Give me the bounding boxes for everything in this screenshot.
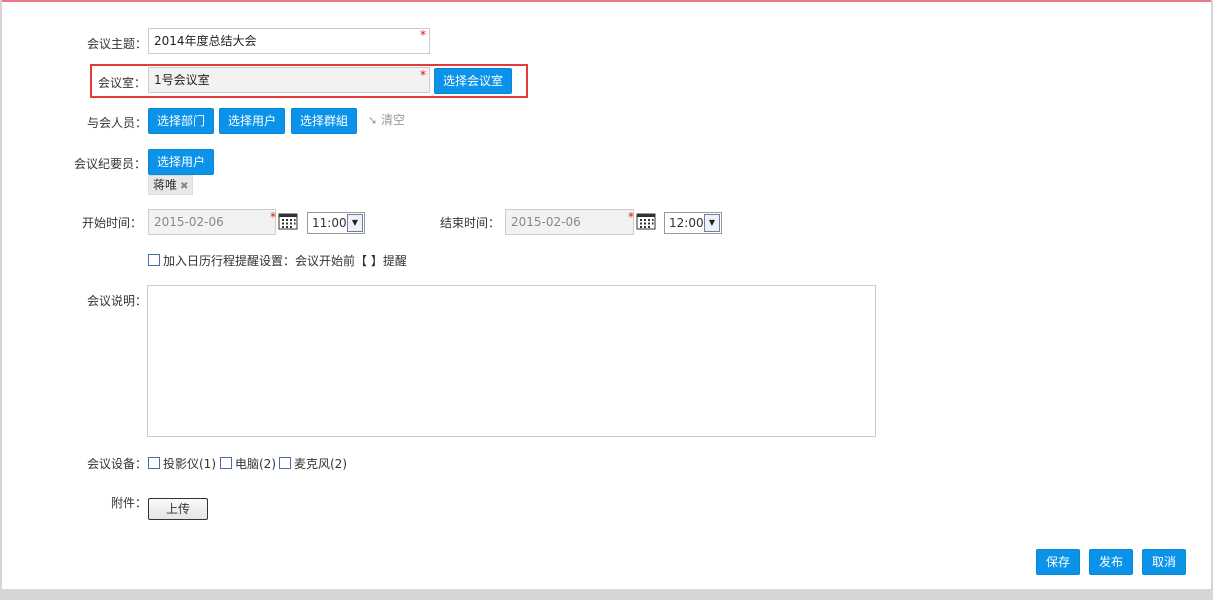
recorder-label: 会议纪要员：	[74, 157, 147, 171]
calendar-reminder-checkbox[interactable]	[148, 254, 160, 266]
end-time-select[interactable]: 12:00 ▼	[664, 212, 722, 234]
attachment-label: 附件：	[111, 496, 148, 510]
room-required-mark: *	[420, 68, 426, 82]
equipment-name-computer: 电脑(2)	[235, 457, 276, 471]
end-required-mark: *	[628, 210, 634, 224]
start-time-select[interactable]: 11:00 ▼	[307, 212, 365, 234]
chevron-down-icon: ▼	[347, 214, 363, 232]
publish-button[interactable]: 发布	[1089, 549, 1133, 575]
equipment-checkbox-computer[interactable]	[220, 457, 232, 469]
select-room-button[interactable]: 选择会议室	[434, 68, 512, 94]
arrow-turn-icon: ➘	[368, 114, 378, 127]
calendar-icon[interactable]	[278, 212, 298, 230]
topic-input[interactable]: 2014年度总结大会	[148, 28, 430, 54]
select-department-button[interactable]: 选择部门	[148, 108, 214, 134]
meeting-form-page: 会议主题： 2014年度总结大会 * 会议室： 1号会议室 * 选择会议室 与会…	[2, 0, 1211, 589]
description-textarea[interactable]	[147, 285, 876, 437]
equipment-checkbox-projector[interactable]	[148, 457, 160, 469]
topic-label: 会议主题：	[87, 37, 148, 51]
select-recorder-button[interactable]: 选择用户	[148, 149, 214, 175]
equipment-name-projector: 投影仪(1)	[163, 457, 216, 471]
end-time-value: 12:00	[669, 216, 704, 230]
room-label: 会议室：	[98, 76, 147, 90]
equipment-label: 会议设备：	[87, 457, 148, 471]
remove-tag-icon[interactable]: ✖	[180, 181, 188, 192]
description-label: 会议说明：	[87, 294, 148, 308]
start-time-label: 开始时间：	[82, 216, 143, 230]
cancel-button[interactable]: 取消	[1142, 549, 1186, 575]
recorder-tag: 蒋唯 ✖	[148, 175, 194, 195]
topic-required-mark: *	[420, 28, 426, 42]
upload-button[interactable]: 上传	[148, 498, 208, 520]
end-time-label: 结束时间：	[440, 216, 501, 230]
select-group-button[interactable]: 选择群組	[291, 108, 357, 134]
save-button[interactable]: 保存	[1036, 549, 1080, 575]
calendar-icon[interactable]	[636, 212, 656, 230]
chevron-down-icon: ▼	[704, 214, 720, 232]
start-date-input[interactable]: 2015-02-06	[148, 209, 276, 235]
calendar-reminder-label: 加入日历行程提醒设置：会议开始前【 】提醒	[163, 254, 407, 268]
clear-attendees-link[interactable]: ➘ 清空	[368, 111, 405, 128]
attendees-label: 与会人员：	[87, 116, 148, 130]
end-date-input[interactable]: 2015-02-06	[505, 209, 634, 235]
select-user-button[interactable]: 选择用户	[219, 108, 285, 134]
clear-label: 清空	[381, 113, 406, 127]
start-time-value: 11:00	[312, 216, 347, 230]
equipment-checkbox-microphone[interactable]	[279, 457, 291, 469]
start-required-mark: *	[270, 210, 276, 224]
recorder-tag-label: 蒋唯	[153, 178, 178, 192]
room-input[interactable]: 1号会议室	[148, 67, 430, 93]
equipment-name-microphone: 麦克风(2)	[294, 457, 347, 471]
